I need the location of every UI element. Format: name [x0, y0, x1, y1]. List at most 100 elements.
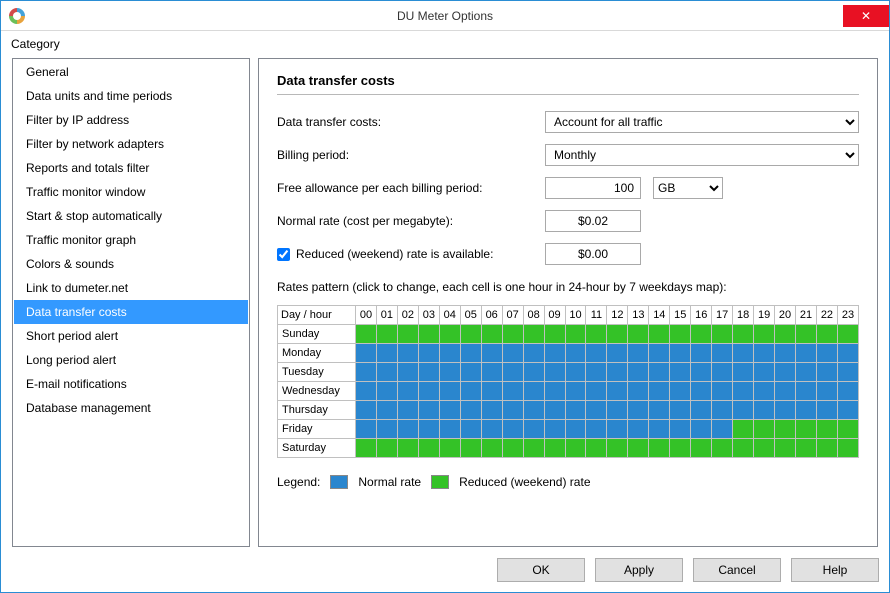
- grid-cell[interactable]: [733, 401, 754, 420]
- grid-cell[interactable]: [649, 401, 670, 420]
- cancel-button[interactable]: Cancel: [693, 558, 781, 582]
- grid-cell[interactable]: [754, 325, 775, 344]
- grid-cell[interactable]: [816, 401, 837, 420]
- grid-cell[interactable]: [544, 420, 565, 439]
- grid-cell[interactable]: [733, 363, 754, 382]
- grid-cell[interactable]: [481, 325, 502, 344]
- grid-cell[interactable]: [565, 420, 586, 439]
- grid-cell[interactable]: [460, 344, 481, 363]
- grid-cell[interactable]: [439, 401, 460, 420]
- input-allowance[interactable]: [545, 177, 641, 199]
- grid-cell[interactable]: [775, 363, 796, 382]
- grid-cell[interactable]: [523, 439, 544, 458]
- apply-button[interactable]: Apply: [595, 558, 683, 582]
- grid-cell[interactable]: [586, 439, 607, 458]
- grid-cell[interactable]: [816, 344, 837, 363]
- grid-cell[interactable]: [356, 363, 377, 382]
- grid-cell[interactable]: [816, 363, 837, 382]
- grid-cell[interactable]: [481, 420, 502, 439]
- grid-cell[interactable]: [460, 382, 481, 401]
- grid-cell[interactable]: [628, 420, 649, 439]
- grid-cell[interactable]: [586, 363, 607, 382]
- grid-cell[interactable]: [607, 439, 628, 458]
- grid-cell[interactable]: [481, 401, 502, 420]
- grid-cell[interactable]: [439, 325, 460, 344]
- grid-cell[interactable]: [397, 363, 418, 382]
- select-allowance-unit[interactable]: GB: [653, 177, 723, 199]
- grid-cell[interactable]: [544, 344, 565, 363]
- grid-cell[interactable]: [544, 382, 565, 401]
- grid-cell[interactable]: [816, 439, 837, 458]
- grid-cell[interactable]: [816, 382, 837, 401]
- sidebar-item[interactable]: Traffic monitor window: [14, 180, 248, 204]
- sidebar-item[interactable]: Filter by IP address: [14, 108, 248, 132]
- grid-cell[interactable]: [586, 344, 607, 363]
- grid-cell[interactable]: [628, 401, 649, 420]
- grid-cell[interactable]: [837, 344, 858, 363]
- grid-cell[interactable]: [586, 420, 607, 439]
- grid-cell[interactable]: [439, 439, 460, 458]
- select-costs[interactable]: Account for all traffic: [545, 111, 859, 133]
- input-normal-rate[interactable]: [545, 210, 641, 232]
- grid-cell[interactable]: [502, 363, 523, 382]
- grid-cell[interactable]: [544, 325, 565, 344]
- grid-cell[interactable]: [397, 344, 418, 363]
- grid-cell[interactable]: [712, 401, 733, 420]
- grid-cell[interactable]: [607, 382, 628, 401]
- grid-cell[interactable]: [502, 325, 523, 344]
- grid-cell[interactable]: [460, 401, 481, 420]
- grid-cell[interactable]: [670, 363, 691, 382]
- grid-cell[interactable]: [565, 401, 586, 420]
- sidebar-item[interactable]: General: [14, 60, 248, 84]
- grid-cell[interactable]: [439, 363, 460, 382]
- grid-cell[interactable]: [816, 325, 837, 344]
- grid-cell[interactable]: [754, 382, 775, 401]
- grid-cell[interactable]: [837, 401, 858, 420]
- grid-cell[interactable]: [397, 382, 418, 401]
- grid-cell[interactable]: [418, 420, 439, 439]
- grid-cell[interactable]: [670, 420, 691, 439]
- grid-cell[interactable]: [649, 344, 670, 363]
- sidebar-item[interactable]: Data units and time periods: [14, 84, 248, 108]
- sidebar-item[interactable]: E-mail notifications: [14, 372, 248, 396]
- grid-cell[interactable]: [502, 420, 523, 439]
- grid-cell[interactable]: [691, 325, 712, 344]
- grid-cell[interactable]: [754, 344, 775, 363]
- grid-cell[interactable]: [754, 401, 775, 420]
- grid-cell[interactable]: [397, 401, 418, 420]
- grid-cell[interactable]: [628, 363, 649, 382]
- grid-cell[interactable]: [837, 363, 858, 382]
- grid-cell[interactable]: [691, 344, 712, 363]
- grid-cell[interactable]: [775, 344, 796, 363]
- sidebar-item[interactable]: Traffic monitor graph: [14, 228, 248, 252]
- sidebar-item[interactable]: Start & stop automatically: [14, 204, 248, 228]
- grid-cell[interactable]: [712, 325, 733, 344]
- grid-cell[interactable]: [356, 439, 377, 458]
- grid-cell[interactable]: [775, 401, 796, 420]
- grid-cell[interactable]: [816, 420, 837, 439]
- grid-cell[interactable]: [670, 344, 691, 363]
- sidebar-item[interactable]: Data transfer costs: [14, 300, 248, 324]
- grid-cell[interactable]: [418, 401, 439, 420]
- grid-cell[interactable]: [733, 325, 754, 344]
- grid-cell[interactable]: [565, 325, 586, 344]
- grid-cell[interactable]: [356, 325, 377, 344]
- grid-cell[interactable]: [460, 363, 481, 382]
- grid-cell[interactable]: [691, 363, 712, 382]
- grid-cell[interactable]: [460, 420, 481, 439]
- grid-cell[interactable]: [649, 325, 670, 344]
- sidebar-item[interactable]: Colors & sounds: [14, 252, 248, 276]
- grid-cell[interactable]: [649, 363, 670, 382]
- grid-cell[interactable]: [565, 344, 586, 363]
- grid-cell[interactable]: [837, 420, 858, 439]
- grid-cell[interactable]: [607, 325, 628, 344]
- grid-cell[interactable]: [523, 363, 544, 382]
- grid-cell[interactable]: [376, 363, 397, 382]
- grid-cell[interactable]: [796, 344, 817, 363]
- grid-cell[interactable]: [565, 439, 586, 458]
- grid-cell[interactable]: [356, 344, 377, 363]
- grid-cell[interactable]: [565, 382, 586, 401]
- grid-cell[interactable]: [607, 344, 628, 363]
- grid-cell[interactable]: [712, 382, 733, 401]
- grid-cell[interactable]: [376, 401, 397, 420]
